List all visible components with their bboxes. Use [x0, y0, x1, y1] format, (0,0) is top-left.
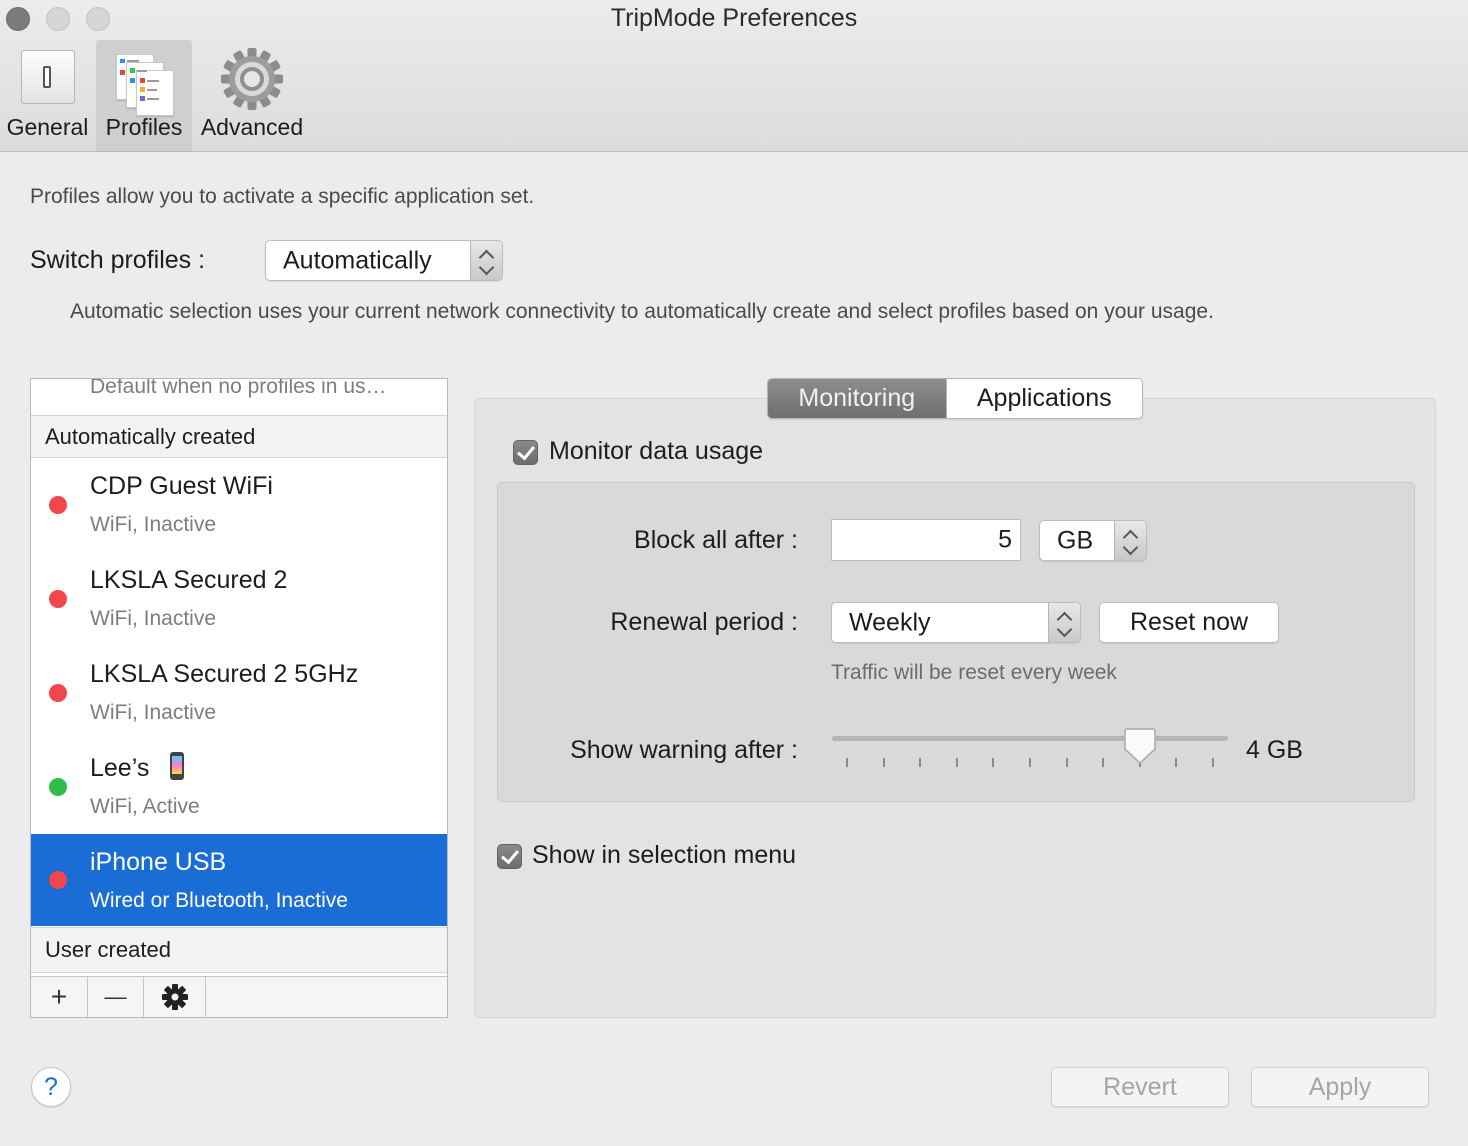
slider-tick: [846, 758, 848, 767]
add-profile-button[interactable]: +: [31, 977, 88, 1017]
show-in-selection-menu-checkbox[interactable]: [497, 844, 522, 869]
switch-profiles-popup[interactable]: Automatically: [265, 240, 503, 281]
profiles-description: Profiles allow you to activate a specifi…: [30, 185, 535, 208]
reset-now-button[interactable]: Reset now: [1099, 602, 1279, 643]
slider-tick: [882, 758, 885, 767]
item-subtitle: WiFi, Inactive: [90, 513, 217, 536]
toolbar-profiles-tab[interactable]: Profiles: [96, 40, 192, 151]
profile-actions-button[interactable]: [144, 977, 206, 1017]
renewal-period-popup[interactable]: Weekly: [831, 602, 1081, 643]
slider-tick: [992, 758, 995, 767]
list-item-iphone-usb[interactable]: iPhone USB Wired or Bluetooth, Inactive: [31, 834, 447, 926]
warning-value: 4 GB: [1246, 736, 1303, 764]
slider-tick: [919, 758, 922, 767]
monitor-data-usage-label: Monitor data usage: [549, 437, 764, 465]
status-dot-inactive: [49, 496, 67, 514]
switch-profiles-value: Automatically: [283, 246, 432, 274]
status-dot-inactive: [49, 684, 67, 702]
profiles-icon: [114, 50, 174, 116]
remove-profile-button[interactable]: —: [88, 977, 144, 1017]
tab-monitoring[interactable]: Monitoring: [768, 379, 946, 418]
item-subtitle: WiFi, Inactive: [90, 701, 217, 724]
renewal-period-value: Weekly: [849, 608, 931, 636]
show-warning-label: Show warning after :: [570, 736, 798, 764]
status-dot-inactive: [49, 590, 67, 608]
popup-stepper-icon: [470, 241, 502, 280]
apply-button[interactable]: Apply: [1251, 1067, 1429, 1107]
item-subtitle: Wired or Bluetooth, Inactive: [90, 889, 348, 912]
help-button[interactable]: ?: [31, 1067, 71, 1107]
revert-button[interactable]: Revert: [1051, 1067, 1229, 1107]
slider-tick: [1102, 758, 1105, 767]
list-item-lksla-secured-2[interactable]: LKSLA Secured 2 WiFi, Inactive: [31, 552, 447, 646]
list-item-cdp-guest-wifi[interactable]: CDP Guest WiFi WiFi, Inactive: [31, 458, 447, 552]
item-title: Lee’s: [90, 754, 150, 782]
show-in-selection-menu-label: Show in selection menu: [532, 841, 797, 869]
block-unit-value: GB: [1057, 526, 1094, 554]
item-title: iPhone USB: [90, 848, 227, 876]
block-unit-popup[interactable]: GB: [1039, 520, 1147, 561]
default-item-label: Default when no profiles in us…: [90, 378, 387, 398]
status-dot-active: [49, 778, 67, 796]
slider-tick: [1212, 758, 1214, 767]
phone-icon: [170, 752, 184, 780]
group-header-user: User created: [31, 927, 447, 973]
gear-icon: [161, 984, 188, 1010]
slider-tick: [1029, 758, 1031, 767]
list-item-lees-phone[interactable]: Lee’s WiFi, Active: [31, 740, 447, 834]
gear-icon: [219, 46, 285, 117]
item-title: CDP Guest WiFi: [90, 472, 273, 500]
monitor-data-usage-checkbox[interactable]: [513, 440, 538, 465]
slider-tick: [1065, 758, 1068, 767]
list-item-default[interactable]: Default when no profiles in us…: [31, 378, 447, 415]
block-amount-field[interactable]: 5: [831, 519, 1021, 561]
toolbar-advanced-tab[interactable]: Advanced: [196, 40, 308, 151]
renewal-period-label: Renewal period :: [610, 608, 798, 636]
renewal-hint: Traffic will be reset every week: [831, 661, 1117, 684]
popup-stepper-icon: [1114, 521, 1146, 560]
warning-slider-knob[interactable]: [1124, 727, 1156, 765]
switch-icon: [20, 50, 75, 104]
toolbar-general-tab[interactable]: General: [0, 40, 95, 151]
tab-applications[interactable]: Applications: [945, 379, 1142, 418]
item-title: LKSLA Secured 2 5GHz: [90, 660, 359, 688]
item-subtitle: WiFi, Inactive: [90, 607, 217, 630]
tab-control: Monitoring Applications: [767, 378, 1143, 419]
item-subtitle: WiFi, Active: [90, 795, 200, 818]
item-title: LKSLA Secured 2: [90, 566, 288, 594]
toolbar-advanced-label: Advanced: [200, 114, 304, 140]
status-dot-inactive: [49, 871, 67, 889]
block-all-after-label: Block all after :: [634, 526, 798, 554]
block-amount-value: 5: [998, 525, 1012, 554]
popup-stepper-icon: [1048, 603, 1080, 642]
toolbar-general-label: General: [6, 114, 89, 140]
warning-slider-track[interactable]: [832, 736, 1228, 741]
window-title: TripMode Preferences: [610, 4, 858, 32]
slider-tick: [1175, 758, 1178, 767]
list-footer: + —: [31, 976, 447, 1017]
switch-profiles-label: Switch profiles :: [30, 246, 206, 274]
profile-list[interactable]: Default when no profiles in us… Automati…: [30, 378, 448, 1018]
automatic-selection-description: Automatic selection uses your current ne…: [70, 300, 1214, 323]
slider-tick: [955, 758, 958, 767]
toolbar-profiles-label: Profiles: [105, 114, 183, 140]
list-item-lksla-secured-2-5ghz[interactable]: LKSLA Secured 2 5GHz WiFi, Inactive: [31, 646, 447, 740]
group-header-automatic: Automatically created: [31, 415, 447, 458]
